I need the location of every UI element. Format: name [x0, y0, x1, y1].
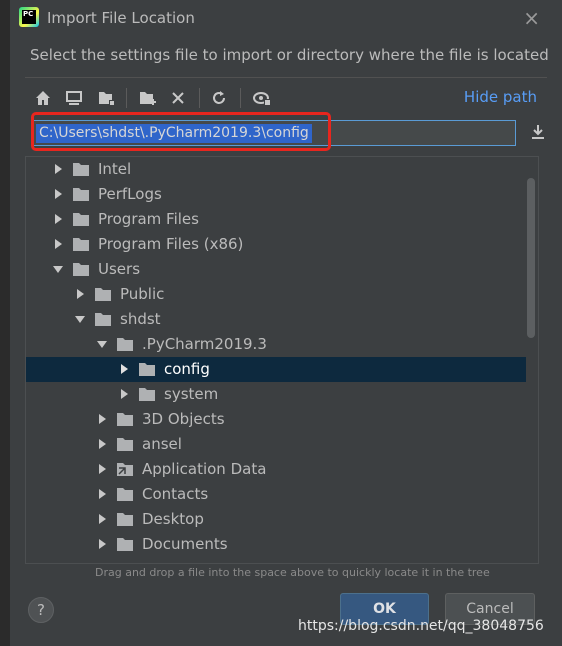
tree-item-label: 3D Objects	[142, 410, 225, 428]
pycharm-logo-icon: PC	[19, 7, 39, 27]
refresh-icon[interactable]	[208, 86, 230, 110]
tree-item[interactable]: ansel	[26, 432, 538, 457]
help-button[interactable]: ?	[28, 597, 54, 623]
tree-item[interactable]: Intel	[26, 157, 538, 182]
tree-item-label: Application Data	[142, 460, 267, 478]
chevron-down-icon[interactable]	[52, 263, 64, 275]
home-icon[interactable]	[32, 86, 54, 110]
tree-item-label: Intel	[98, 160, 132, 178]
folder-icon	[73, 263, 89, 276]
tree-item[interactable]: shdst	[26, 307, 538, 332]
tree-item-label: Program Files (x86)	[98, 235, 244, 253]
desktop-icon[interactable]	[63, 86, 85, 110]
tree-item-label: Program Files	[98, 210, 199, 228]
chevron-down-icon[interactable]	[96, 338, 108, 350]
tree-item-label: Users	[98, 260, 141, 278]
tree-item[interactable]: PerfLogs	[26, 182, 538, 207]
close-button[interactable]: ×	[523, 6, 540, 30]
watermark-text: https://blog.csdn.net/qq_38048756	[298, 618, 544, 634]
tree-item[interactable]: 3D Objects	[26, 407, 538, 432]
tree-item[interactable]: Program Files	[26, 207, 538, 232]
toolbar-separator	[199, 88, 200, 108]
tree-item[interactable]: Program Files (x86)	[26, 232, 538, 257]
folder-icon	[73, 163, 89, 176]
chevron-right-icon[interactable]	[118, 388, 130, 400]
folder-icon	[117, 488, 133, 501]
path-row: C:\Users\shdst\.PyCharm2019.3\config	[24, 112, 552, 152]
folder-icon	[73, 188, 89, 201]
import-file-location-dialog: PC Import File Location × Select the set…	[10, 0, 562, 646]
folder-icon	[73, 213, 89, 226]
tree-item[interactable]: Contacts	[26, 482, 538, 507]
tree-item[interactable]: Public	[26, 282, 538, 307]
tree-item-label: config	[164, 360, 210, 378]
folder-icon	[117, 513, 133, 526]
folder-icon	[117, 463, 133, 476]
tree-scrollbar[interactable]	[526, 157, 538, 563]
folder-icon	[73, 238, 89, 251]
chevron-right-icon[interactable]	[96, 413, 108, 425]
scrollbar-thumb[interactable]	[527, 178, 535, 338]
file-chooser-toolbar: Hide path	[30, 86, 550, 112]
folder-icon	[95, 313, 111, 326]
editor-gutter-mark	[0, 240, 6, 254]
tree-item-label: shdst	[120, 310, 161, 328]
dialog-description: Select the settings file to import or di…	[30, 46, 549, 64]
folder-icon	[139, 363, 155, 376]
chevron-right-icon[interactable]	[118, 363, 130, 375]
highlight-annotation-box	[31, 112, 331, 151]
download-icon[interactable]	[528, 122, 548, 142]
toolbar-separator	[126, 88, 127, 108]
chevron-right-icon[interactable]	[74, 288, 86, 300]
tree-item-label: PerfLogs	[98, 185, 162, 203]
tree-item-label: ansel	[142, 435, 182, 453]
chevron-right-icon[interactable]	[52, 163, 64, 175]
tree-item[interactable]: config	[26, 357, 538, 382]
dialog-title: Import File Location	[47, 9, 195, 27]
tree-item[interactable]: Desktop	[26, 507, 538, 532]
chevron-right-icon[interactable]	[52, 238, 64, 250]
tree-item[interactable]: Users	[26, 257, 538, 282]
delete-icon[interactable]	[167, 86, 189, 110]
folder-icon	[95, 288, 111, 301]
folder-icon	[139, 388, 155, 401]
chevron-right-icon[interactable]	[52, 188, 64, 200]
folder-icon	[117, 413, 133, 426]
chevron-right-icon[interactable]	[96, 538, 108, 550]
hide-path-link[interactable]: Hide path	[464, 88, 537, 106]
folder-icon	[117, 338, 133, 351]
folder-icon	[117, 438, 133, 451]
chevron-right-icon[interactable]	[96, 438, 108, 450]
title-bar: PC Import File Location ×	[10, 0, 562, 36]
toolbar-separator	[240, 88, 241, 108]
tree-item[interactable]: .PyCharm2019.3	[26, 332, 538, 357]
chevron-down-icon[interactable]	[74, 313, 86, 325]
editor-background-strip	[0, 0, 10, 646]
tree-item-label: system	[164, 385, 219, 403]
tree-item[interactable]: Application Data	[26, 457, 538, 482]
tree-item-label: Documents	[142, 535, 228, 553]
tree-item[interactable]: Documents	[26, 532, 538, 557]
drag-drop-hint: Drag and drop a file into the space abov…	[95, 566, 490, 579]
tree-item[interactable]: system	[26, 382, 538, 407]
tree-item-label: Desktop	[142, 510, 204, 528]
tree-item-label: .PyCharm2019.3	[142, 335, 267, 353]
show-hidden-icon[interactable]	[250, 86, 272, 110]
new-folder-icon[interactable]	[136, 86, 158, 110]
chevron-right-icon[interactable]	[96, 488, 108, 500]
file-tree[interactable]: Documents Desktop Contacts Application Data…	[25, 156, 539, 564]
tree-item-label: Public	[120, 285, 165, 303]
chevron-right-icon[interactable]	[96, 513, 108, 525]
chevron-right-icon[interactable]	[96, 463, 108, 475]
tree-item-label: Contacts	[142, 485, 209, 503]
folder-icon	[117, 538, 133, 551]
chevron-right-icon[interactable]	[52, 213, 64, 225]
divider	[25, 77, 547, 78]
project-icon[interactable]	[95, 86, 117, 110]
